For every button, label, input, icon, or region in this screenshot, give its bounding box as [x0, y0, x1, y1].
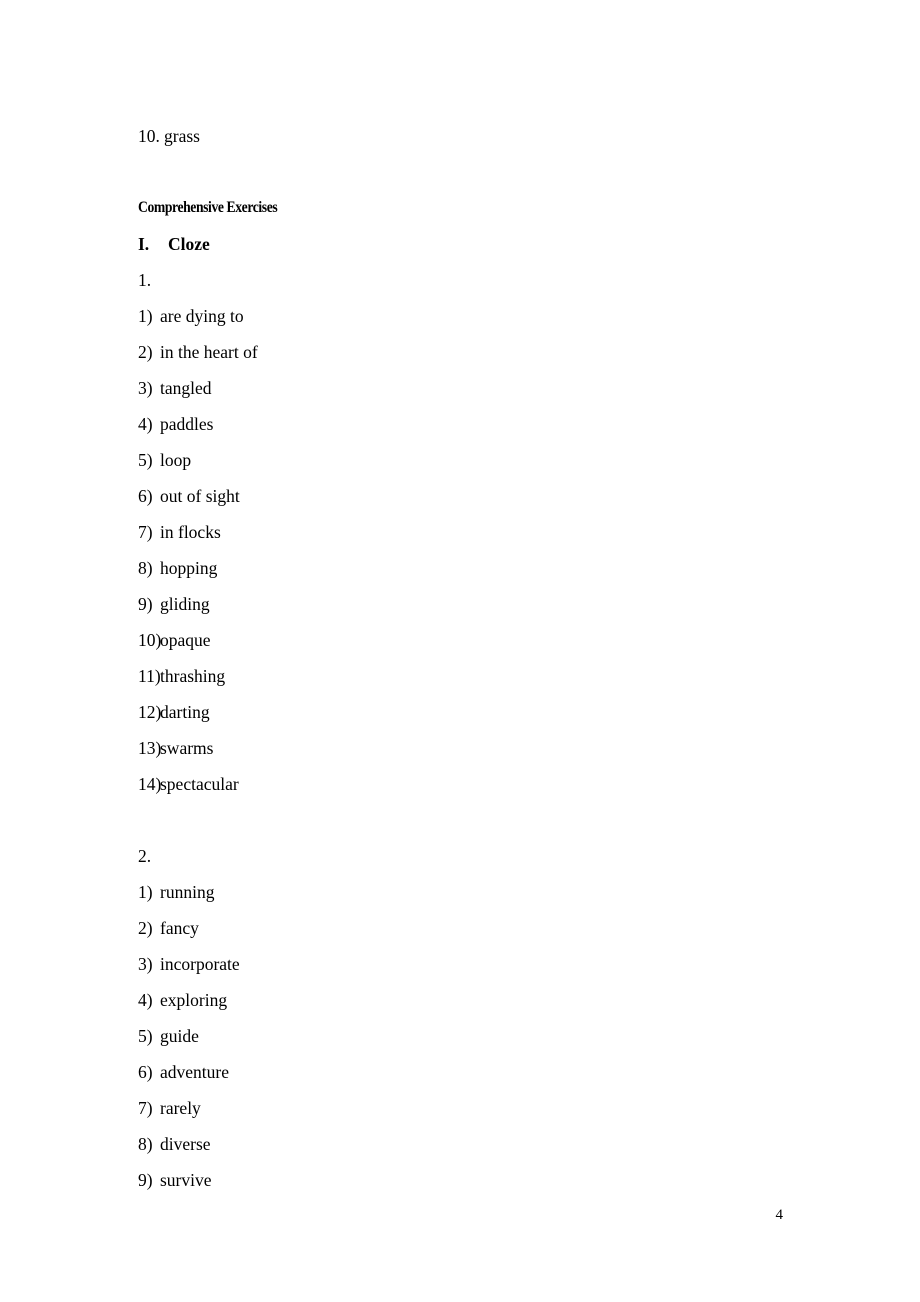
answer-number: 7)	[138, 522, 153, 542]
answer-number: 2)	[138, 342, 153, 362]
answer-text: rarely	[160, 1098, 201, 1118]
answer-row: 1) are dying to	[138, 298, 798, 334]
answer-number: 9)	[138, 594, 153, 614]
answer-text: loop	[160, 450, 192, 470]
answer-number: 11)	[138, 666, 161, 686]
answer-row: 13)swarms	[138, 730, 798, 766]
section-title: Cloze	[168, 234, 210, 254]
answer-number: 6)	[138, 486, 153, 506]
answer-text: thrashing	[160, 666, 226, 686]
answer-number: 4)	[138, 414, 153, 434]
answer-row: 5) loop	[138, 442, 798, 478]
answer-text: exploring	[160, 990, 228, 1010]
answer-text: hopping	[160, 558, 218, 578]
answer-row: 12)darting	[138, 694, 798, 730]
answer-row: 7) rarely	[138, 1090, 798, 1126]
answer-row: 8) hopping	[138, 550, 798, 586]
answer-text: opaque	[160, 630, 211, 650]
answer-number: 13)	[138, 738, 162, 758]
answer-text: out of sight	[160, 486, 240, 506]
answer-text: in the heart of	[160, 342, 258, 362]
answer-row: 9) survive	[138, 1162, 798, 1198]
answer-text: paddles	[160, 414, 214, 434]
answer-row: 10)opaque	[138, 622, 798, 658]
answer-number: 9)	[138, 1170, 153, 1190]
answer-row: 11)thrashing	[138, 658, 798, 694]
carryover-item-text: grass	[164, 126, 200, 146]
page-number: 4	[775, 1207, 784, 1223]
answer-number: 7)	[138, 1098, 153, 1118]
answer-text: diverse	[160, 1134, 211, 1154]
answer-row: 6) adventure	[138, 1054, 798, 1090]
group-label: 2.	[138, 846, 152, 866]
answer-text: gliding	[160, 594, 210, 614]
answer-text: survive	[160, 1170, 212, 1190]
answer-text: adventure	[160, 1062, 229, 1082]
section-number: I.	[138, 234, 150, 254]
answer-number: 5)	[138, 1026, 153, 1046]
carryover-item-number: 10.	[138, 126, 160, 146]
answer-number: 1)	[138, 306, 153, 326]
answer-number: 2)	[138, 918, 153, 938]
answer-text: spectacular	[160, 774, 239, 794]
answer-row: 7) in flocks	[138, 514, 798, 550]
answer-text: are dying to	[160, 306, 244, 326]
answer-number: 3)	[138, 378, 153, 398]
answer-number: 14)	[138, 774, 162, 794]
answer-text: in flocks	[160, 522, 221, 542]
page-title: Comprehensive Exercises	[138, 199, 278, 216]
carryover-item: 10. grass	[138, 118, 798, 154]
answer-row: 2) in the heart of	[138, 334, 798, 370]
answer-number: 5)	[138, 450, 153, 470]
answer-row: 6) out of sight	[138, 478, 798, 514]
answer-row: 8) diverse	[138, 1126, 798, 1162]
answer-row: 4) exploring	[138, 982, 798, 1018]
answer-text: guide	[160, 1026, 199, 1046]
answer-text: fancy	[160, 918, 199, 938]
answer-row: 5) guide	[138, 1018, 798, 1054]
answer-text: incorporate	[160, 954, 240, 974]
answer-row: 4) paddles	[138, 406, 798, 442]
answer-number: 3)	[138, 954, 153, 974]
answer-number: 8)	[138, 558, 153, 578]
answer-number: 6)	[138, 1062, 153, 1082]
document-body: 10. grass Comprehensive Exercises I. Cloze…	[138, 118, 798, 1198]
document-page: 10. grass Comprehensive Exercises I. Cloze…	[0, 0, 920, 1302]
answer-number: 1)	[138, 882, 153, 902]
answer-number: 4)	[138, 990, 153, 1010]
answer-row: 14)spectacular	[138, 766, 798, 802]
answer-text: running	[160, 882, 215, 902]
answer-row: 9) gliding	[138, 586, 798, 622]
answer-text: swarms	[160, 738, 214, 758]
answer-row: 3) incorporate	[138, 946, 798, 982]
answer-text: darting	[160, 702, 210, 722]
answer-text: tangled	[160, 378, 212, 398]
answer-number: 8)	[138, 1134, 153, 1154]
answer-row: 2) fancy	[138, 910, 798, 946]
section-heading: I. Cloze	[138, 226, 798, 262]
answer-row: 1) running	[138, 874, 798, 910]
answer-number: 12)	[138, 702, 162, 722]
answer-row: 3) tangled	[138, 370, 798, 406]
answer-number: 10)	[138, 630, 162, 650]
group-label: 1.	[138, 270, 152, 290]
